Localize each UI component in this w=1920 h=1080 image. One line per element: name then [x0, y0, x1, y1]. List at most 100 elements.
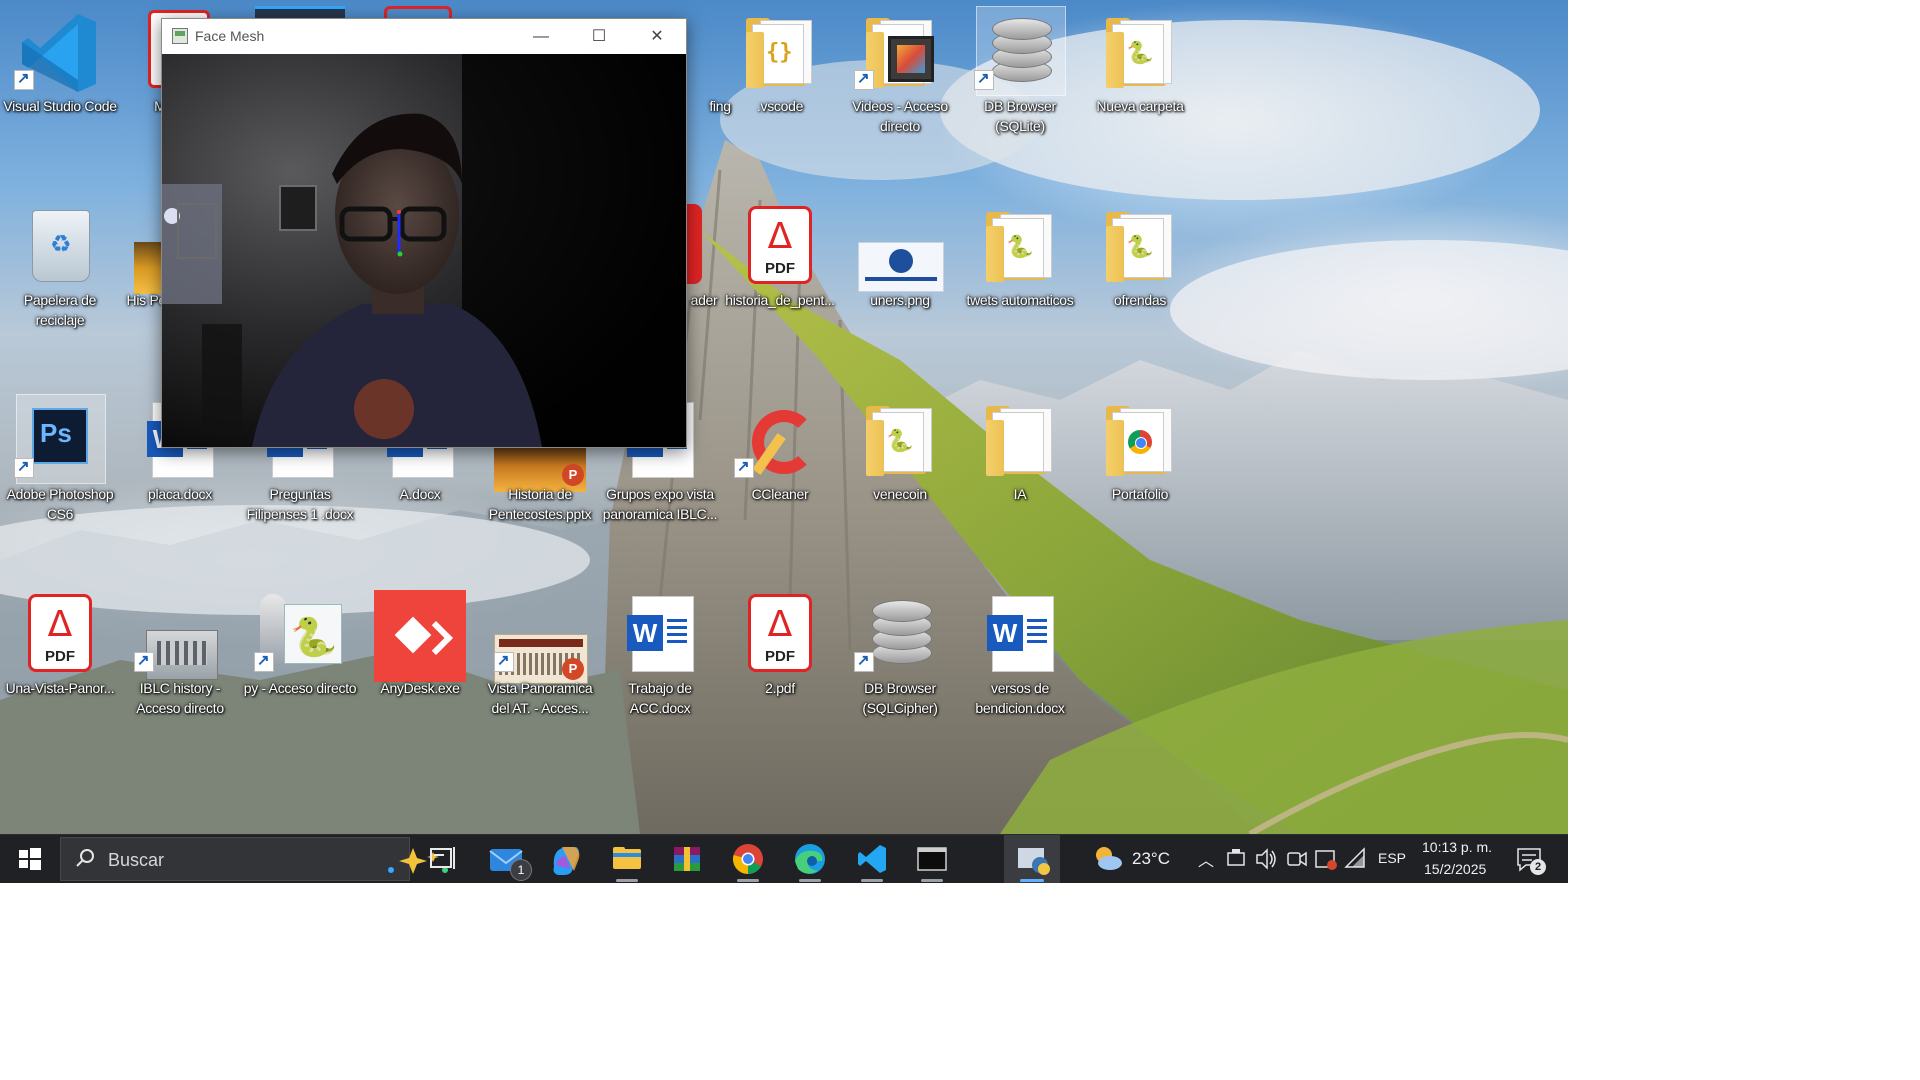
weather-partly-cloudy-night-icon — [1096, 847, 1122, 870]
file-explorer-button[interactable] — [604, 835, 650, 883]
active-indicator — [1020, 879, 1044, 882]
meet-now-button[interactable] — [1284, 835, 1310, 883]
chevron-up-icon: ︿ — [1198, 853, 1215, 870]
desktop-icon-label: Historia de Pentecostes.pptx — [488, 486, 592, 522]
desktop-icon-label: 2.pdf — [765, 680, 795, 696]
pdf-icon: ᐃ PDF — [24, 590, 96, 672]
desktop-icon-ofrendas[interactable]: 🐍 ofrendas — [1080, 194, 1200, 384]
desktop-icon-label: DB Browser (SQLite) — [984, 98, 1056, 134]
notification-badge: 2 — [1530, 859, 1546, 875]
maximize-button[interactable]: ☐ — [570, 19, 628, 54]
terminal-icon — [917, 847, 947, 871]
volume-button[interactable] — [1252, 835, 1280, 883]
clock-button[interactable]: 10:13 p. m. 15/2/2025 — [1416, 835, 1502, 883]
desktop-icon-portafolio[interactable]: Portafolio — [1080, 388, 1200, 578]
desktop-icon-trabajo-acc[interactable]: W Trabajo de ACC.docx — [600, 582, 720, 772]
desktop-icon-label: Vista Panoramica del AT. - Acces... — [487, 680, 593, 716]
mail-badge: 1 — [510, 859, 532, 881]
running-indicator — [861, 879, 883, 882]
python-window-button[interactable] — [1004, 835, 1060, 883]
desktop-icon-photoshop[interactable]: Ps Adobe Photoshop CS6 — [0, 388, 120, 578]
desktop-icon-label: versos de bendicion.docx — [975, 680, 1065, 716]
folder-icon: 🐍 — [1104, 8, 1176, 88]
window-app-icon — [172, 28, 188, 44]
vscode-taskbar-button[interactable] — [848, 835, 896, 883]
desktop-icon-vscode-folder[interactable]: {} .vscode — [720, 0, 840, 190]
network-button[interactable] — [1342, 835, 1370, 883]
edge-button[interactable] — [786, 835, 834, 883]
folder-icon: 🐍 — [984, 202, 1056, 282]
device-status-button[interactable] — [1312, 835, 1340, 883]
show-hidden-icons-button[interactable]: ︿ — [1194, 835, 1218, 883]
mail-button[interactable]: 1 — [482, 835, 534, 883]
usb-device-button[interactable] — [1224, 835, 1250, 883]
face-mesh-window[interactable]: Face Mesh — ☐ ✕ — [161, 18, 687, 448]
shortcut-arrow-icon — [854, 69, 874, 90]
camera-icon — [1287, 851, 1307, 867]
desktop-icon-ia[interactable]: IA — [960, 388, 1080, 578]
desktop-icon-twets[interactable]: 🐍 twets automaticos — [960, 194, 1080, 384]
window-title: Face Mesh — [195, 28, 265, 44]
chrome-button[interactable] — [724, 835, 772, 883]
clock-date: 15/2/2025 — [1424, 861, 1487, 877]
folder-icon: {} — [744, 8, 816, 88]
pdf-icon: ᐃ PDF — [744, 202, 816, 284]
start-button[interactable] — [0, 835, 58, 883]
python-icon — [1018, 848, 1050, 875]
folder-icon: 🐍 — [864, 396, 936, 476]
usb-device-icon — [1227, 849, 1245, 866]
input-language-button[interactable]: ESP — [1372, 835, 1412, 883]
desktop-icon-anydesk[interactable]: AnyDesk.exe — [360, 582, 480, 772]
desktop-icon-label: Portafolio — [1111, 486, 1169, 502]
weather-temperature: 23°C — [1132, 849, 1170, 868]
desktop-icon-videos[interactable]: Videos - Acceso directo — [840, 0, 960, 190]
desktop-icon-db-browser-sqlcipher[interactable]: DB Browser (SQLCipher) — [840, 582, 960, 772]
search-icon — [76, 849, 94, 867]
desktop-icon-label: CCleaner — [751, 486, 809, 502]
desktop-icon-label: Visual Studio Code — [3, 98, 117, 114]
desktop-icon-label: venecoin — [873, 486, 927, 502]
terminal-button[interactable] — [908, 835, 956, 883]
windows-logo-icon — [19, 848, 41, 870]
shortcut-arrow-icon — [254, 651, 274, 672]
desktop-icon-versos[interactable]: W versos de bendicion.docx — [960, 582, 1080, 772]
desktop-icon-two-pdf[interactable]: ᐃ PDF 2.pdf — [720, 582, 840, 772]
desktop-icon-iblc[interactable]: IBLC history - Acceso directo — [120, 582, 240, 772]
desktop-icon-label: Nueva carpeta — [1096, 98, 1184, 114]
python-icon: 🐍 — [254, 590, 342, 672]
winrar-icon — [674, 847, 700, 871]
search-placeholder: Buscar — [108, 850, 165, 870]
chrome-icon — [732, 844, 763, 875]
desktop-icon-papelera[interactable]: ♻ Papelera de reciclaje — [0, 194, 120, 384]
desktop-icon-historia-pent-pdf[interactable]: ᐃ PDF historia_de_pent... — [720, 194, 840, 384]
desktop-icon-vscode[interactable]: Visual Studio Code — [0, 0, 120, 190]
close-button[interactable]: ✕ — [628, 19, 686, 54]
task-view-button[interactable] — [420, 835, 464, 883]
desktop-icon-label: Una-Vista-Panor... — [5, 680, 115, 696]
folder-icon: 🐍 — [1104, 202, 1176, 282]
recycle-bin-icon: ♻ — [24, 202, 96, 282]
desktop-icon-uners[interactable]: uners.png — [840, 194, 960, 384]
minimize-button[interactable]: — — [512, 19, 570, 54]
window-titlebar[interactable]: Face Mesh — ☐ ✕ — [162, 19, 686, 54]
pdf-icon: ᐃ PDF — [744, 590, 816, 672]
shortcut-arrow-icon — [854, 651, 874, 672]
desktop-icon-label: Videos - Acceso directo — [852, 98, 948, 134]
chrome-folder-icon — [1104, 396, 1176, 476]
desktop-icon-py[interactable]: 🐍 py - Acceso directo — [240, 582, 360, 772]
search-box[interactable]: Buscar — [60, 837, 448, 881]
desktop-icon-ccleaner[interactable]: CCleaner — [720, 388, 840, 578]
desktop-icon-venecoin[interactable]: 🐍 venecoin — [840, 388, 960, 578]
desktop-icon-label: py - Acceso directo — [243, 680, 357, 696]
copilot-button[interactable] — [544, 835, 588, 883]
winrar-button[interactable] — [664, 835, 710, 883]
desktop-icon-una-vista[interactable]: ᐃ PDF Una-Vista-Panor... — [0, 582, 120, 772]
ccleaner-icon — [734, 396, 816, 478]
desktop-icon-nueva-carpeta[interactable]: 🐍 Nueva carpeta — [1080, 0, 1200, 190]
notification-center-button[interactable]: 2 — [1510, 835, 1554, 883]
task-view-icon — [430, 847, 455, 869]
desktop-icon-db-browser-sqlite[interactable]: DB Browser (SQLite) — [960, 0, 1080, 190]
desktop-icon-vista-at[interactable]: P Vista Panoramica del AT. - Acces... — [480, 582, 600, 772]
shortcut-arrow-icon — [974, 69, 994, 90]
weather-widget[interactable]: 23°C — [1090, 835, 1180, 883]
